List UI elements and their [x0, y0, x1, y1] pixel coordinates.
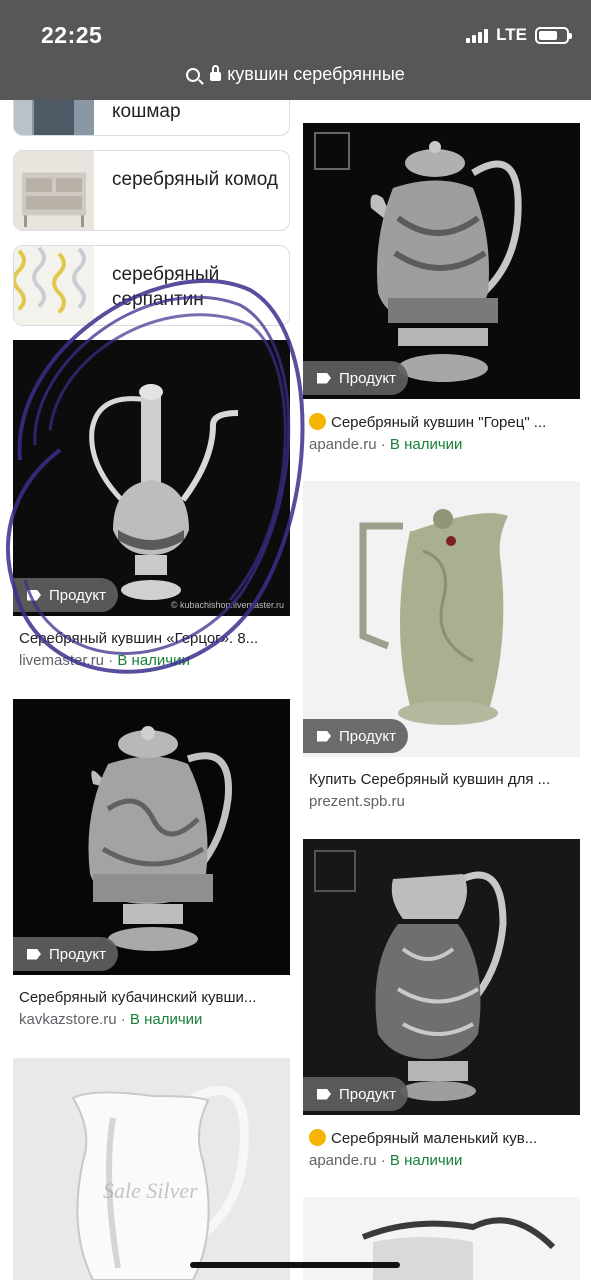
jug-image — [314, 850, 507, 1101]
result-source: apande.ru — [309, 436, 377, 453]
result-meta: apande.ru · В наличии — [309, 436, 463, 453]
jug-image — [314, 132, 522, 382]
tag-icon — [317, 1088, 331, 1100]
jug-image — [88, 726, 232, 951]
result-source: livemaster.ru — [19, 652, 105, 669]
image-watermark: © kubachishop.livemaster.ru — [170, 600, 284, 610]
result-image[interactable]: Продукт — [13, 699, 290, 975]
result-title-text: Серебряный кувшин "Горец" ... — [331, 414, 547, 431]
result-image[interactable]: Продукт — [303, 839, 580, 1115]
badge-label: Продукт — [49, 586, 106, 604]
result-meta: kavkazstore.ru · В наличии — [19, 1011, 203, 1028]
badge-label: Продукт — [339, 369, 396, 387]
related-search-item[interactable]: серебряный комод — [13, 150, 290, 231]
url-bar[interactable]: кувшин серебрянные — [0, 64, 591, 85]
related-search-item[interactable]: серебряный серпантин — [13, 245, 290, 326]
smile-emoji-icon — [309, 1129, 326, 1146]
related-label: серебряный серпантин — [112, 264, 220, 310]
result-title[interactable]: Серебряный маленький кув... — [303, 1129, 573, 1147]
result-card[interactable]: Продукт Серебряный кубачинский кувши... … — [13, 699, 290, 1028]
result-source: prezent.spb.ru — [309, 793, 405, 810]
image-watermark: Sale Silver — [103, 1178, 198, 1203]
result-card[interactable]: Продукт Серебряный кувшин "Горец" ... ap… — [303, 123, 580, 453]
stock-status: В наличии — [117, 652, 190, 669]
result-card[interactable]: Продукт Купить Серебряный кувшин для ...… — [303, 481, 580, 810]
status-time: 22:25 — [41, 22, 103, 48]
app-root: 22:25 LTE кувшин серебрянные кошмар сере… — [0, 0, 591, 1280]
product-badge: Продукт — [303, 361, 408, 395]
status-indicators: LTE — [466, 25, 572, 45]
result-meta: livemaster.ru · В наличии — [19, 652, 190, 669]
jug-image — [359, 509, 508, 725]
network-label: LTE — [496, 25, 527, 44]
result-meta: prezent.spb.ru — [303, 793, 580, 810]
result-source: apande.ru — [309, 1152, 377, 1169]
result-card[interactable]: Sale Silver — [13, 1058, 290, 1280]
result-source: kavkazstore.ru — [19, 1011, 117, 1028]
result-image[interactable]: Продукт — [303, 481, 580, 757]
product-badge: Продукт — [303, 1077, 408, 1111]
badge-label: Продукт — [49, 945, 106, 963]
signal-icon — [466, 27, 489, 43]
product-badge: Продукт — [303, 719, 408, 753]
badge-label: Продукт — [339, 727, 396, 745]
result-card[interactable]: Продукт © kubachishop.livemaster.ru Сере… — [13, 340, 290, 669]
related-label: кошмар — [112, 101, 181, 122]
tag-icon — [27, 948, 41, 960]
lock-icon — [210, 65, 222, 81]
url-query: кувшин серебрянные — [227, 64, 405, 84]
stock-status: В наличии — [129, 1011, 203, 1028]
result-image[interactable]: Продукт © kubachishop.livemaster.ru — [13, 340, 290, 616]
result-card[interactable]: Продукт Серебряный маленький кув... apan… — [303, 839, 580, 1169]
product-badge: Продукт — [13, 578, 118, 612]
tag-icon — [317, 372, 331, 384]
smile-emoji-icon — [309, 413, 326, 430]
result-image[interactable]: Продукт — [303, 123, 580, 399]
related-label: серебряный комод — [112, 169, 278, 190]
stock-status: В наличии — [389, 436, 463, 453]
result-title[interactable]: Купить Серебряный кувшин для ... — [303, 771, 573, 788]
related-thumb-image — [14, 151, 94, 230]
product-badge: Продукт — [13, 937, 118, 971]
tag-icon — [317, 730, 331, 742]
battery-icon — [535, 26, 572, 44]
result-meta: apande.ru · В наличии — [309, 1152, 463, 1169]
stock-status: В наличии — [389, 1152, 463, 1169]
result-image[interactable]: Sale Silver — [13, 1058, 290, 1280]
browser-header: 22:25 LTE кувшин серебрянные — [0, 0, 591, 100]
jug-image — [89, 384, 239, 600]
result-title[interactable]: Серебряный кувшин "Горец" ... — [303, 413, 573, 431]
home-indicator[interactable] — [190, 1262, 400, 1268]
result-title[interactable]: Серебряный кувшин «Герцог». 8... — [13, 630, 283, 647]
search-icon — [186, 67, 201, 82]
result-title[interactable]: Серебряный кубачинский кувши... — [13, 989, 283, 1006]
result-title-text: Серебряный маленький кув... — [331, 1130, 538, 1147]
tag-icon — [27, 589, 41, 601]
related-thumb-image — [14, 246, 94, 325]
badge-label: Продукт — [339, 1085, 396, 1103]
jug-image — [71, 1086, 249, 1280]
